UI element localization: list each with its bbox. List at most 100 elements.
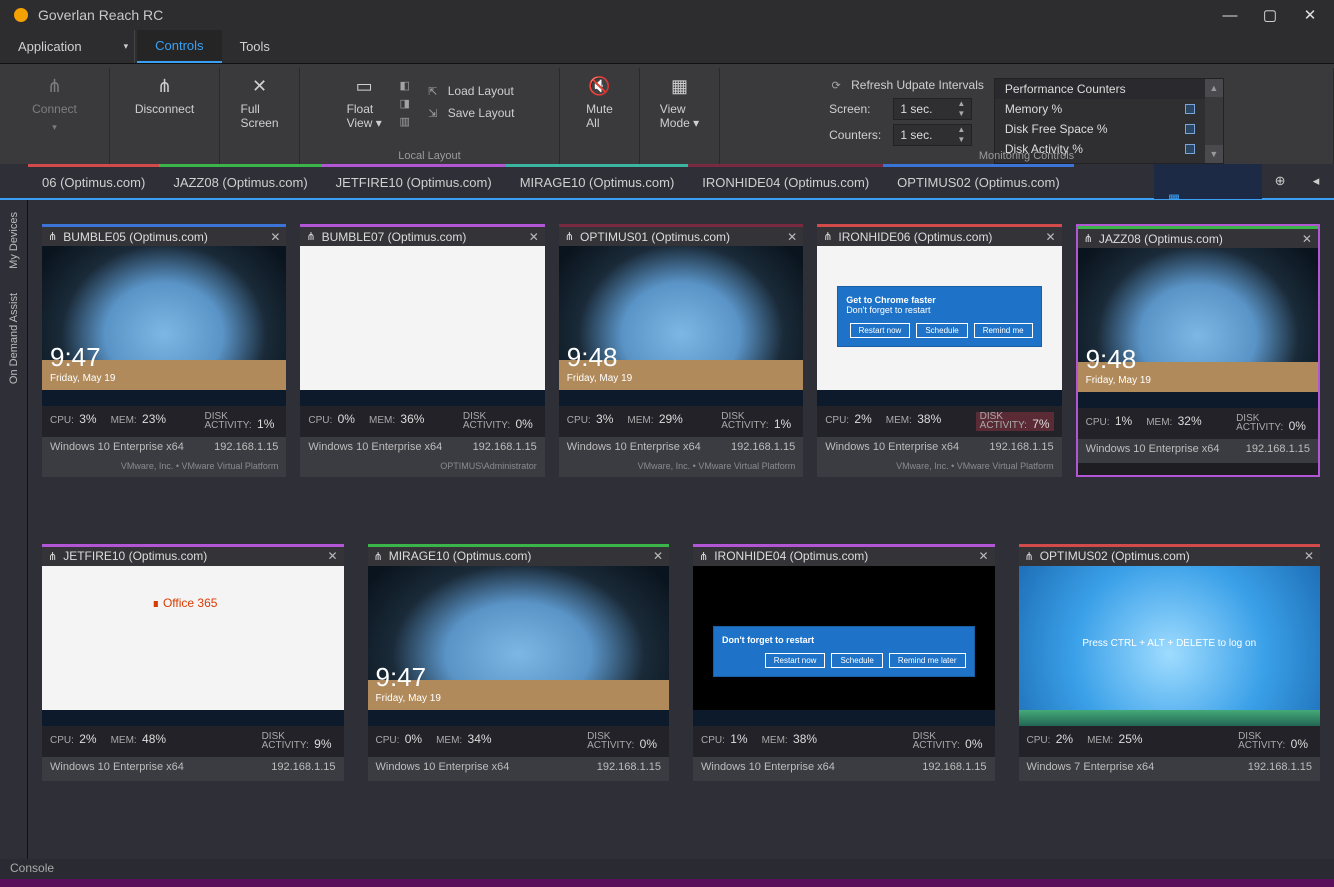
minimize-button[interactable]: — — [1210, 0, 1250, 30]
save-layout-button[interactable]: ⇲Save Layout — [418, 104, 523, 122]
mute-all-button[interactable]: 🔇 MuteAll — [576, 72, 623, 134]
scroll-up-icon[interactable]: ▲ — [1205, 79, 1223, 97]
session-tab-strip: 06 (Optimus.com) JAZZ08 (Optimus.com) JE… — [28, 164, 1334, 198]
float-view-icon: ▭ — [354, 76, 374, 96]
counters-interval-input[interactable]: ▲▼ — [893, 124, 971, 146]
float-view-button[interactable]: ▭ FloatView ▾ — [337, 72, 392, 134]
console-panel-header[interactable]: Console — [0, 859, 1334, 879]
grid-view-tab[interactable]: ▦ — [1154, 164, 1262, 199]
perf-counter-item[interactable]: Memory % — [995, 99, 1205, 119]
disconnect-label: Disconnect — [135, 102, 194, 116]
session-tile[interactable]: ⋔ IRONHIDE04 (Optimus.com) ✕ Don't forge… — [693, 544, 995, 781]
add-tab-button[interactable]: ⊕ — [1262, 164, 1298, 198]
tile-stats: CPU: 1% MEM: 32% DISKACTIVITY: 0% — [1078, 408, 1318, 439]
tile-submeta: OPTIMUS\Administrator — [300, 461, 544, 477]
menu-tools[interactable]: Tools — [222, 30, 288, 63]
tile-header: ⋔ OPTIMUS02 (Optimus.com) ✕ — [1019, 544, 1321, 566]
session-tab[interactable]: JAZZ08 (Optimus.com) — [159, 164, 321, 198]
tile-preview[interactable]: ∎ Office 365 — [42, 566, 344, 726]
tile-preview[interactable]: 9:47Friday, May 19 — [42, 246, 286, 406]
session-tab[interactable]: OPTIMUS02 (Optimus.com) — [883, 164, 1074, 198]
spin-down-icon[interactable]: ▼ — [954, 109, 968, 119]
layout-mini-1-icon[interactable]: ◧ — [398, 78, 412, 92]
session-tab[interactable]: IRONHIDE04 (Optimus.com) — [688, 164, 883, 198]
tile-header: ⋔ MIRAGE10 (Optimus.com) ✕ — [368, 544, 670, 566]
tile-header: ⋔ BUMBLE07 (Optimus.com) ✕ — [300, 224, 544, 246]
fullscreen-button[interactable]: ✕ FullScreen — [230, 72, 288, 134]
tile-stats: CPU: 2% MEM: 38% DISKACTIVITY: 7% — [817, 406, 1061, 437]
tile-close-button[interactable]: ✕ — [787, 230, 797, 244]
session-tile[interactable]: ⋔ OPTIMUS02 (Optimus.com) ✕ Press CTRL +… — [1019, 544, 1321, 781]
refresh-title: Refresh Udpate Intervals — [851, 78, 984, 92]
tile-header: ⋔ JAZZ08 (Optimus.com) ✕ — [1078, 226, 1318, 248]
screen-interval-label: Screen: — [829, 102, 883, 116]
tile-title: BUMBLE05 (Optimus.com) — [63, 230, 208, 244]
checkbox-icon[interactable] — [1185, 104, 1195, 114]
session-tile[interactable]: ⋔ BUMBLE05 (Optimus.com) ✕ 9:47Friday, M… — [42, 224, 286, 477]
tile-preview[interactable]: Press CTRL + ALT + DELETE to log on — [1019, 566, 1321, 726]
tile-meta: Windows 10 Enterprise x64192.168.1.15 — [42, 437, 286, 461]
tile-meta: Windows 10 Enterprise x64192.168.1.15 — [300, 437, 544, 461]
tile-stats: CPU: 2% MEM: 48% DISKACTIVITY: 9% — [42, 726, 344, 757]
tile-close-button[interactable]: ✕ — [1046, 230, 1056, 244]
monitoring-group-label: Monitoring Controls — [720, 150, 1333, 162]
app-title: Goverlan Reach RC — [38, 7, 1210, 23]
tile-preview[interactable]: 9:47Friday, May 19 — [368, 566, 670, 726]
session-tab[interactable]: MIRAGE10 (Optimus.com) — [506, 164, 689, 198]
session-tile[interactable]: ⋔ IRONHIDE06 (Optimus.com) ✕ Get to Chro… — [817, 224, 1061, 477]
rail-my-devices[interactable]: My Devices — [8, 200, 20, 281]
menu-controls[interactable]: Controls — [137, 30, 221, 63]
tile-close-button[interactable]: ✕ — [978, 549, 988, 563]
tile-close-button[interactable]: ✕ — [270, 230, 280, 244]
rail-on-demand-assist[interactable]: On Demand Assist — [8, 281, 20, 396]
tile-preview[interactable]: 9:48Friday, May 19 — [559, 246, 803, 406]
session-tile[interactable]: ⋔ BUMBLE07 (Optimus.com) ✕ CPU: 0% MEM: … — [300, 224, 544, 477]
layout-mini-2-icon[interactable]: ◨ — [398, 96, 412, 110]
screen-interval-input[interactable]: ▲▼ — [893, 98, 971, 120]
node-icon: ⋔ — [1025, 550, 1034, 563]
checkbox-icon[interactable] — [1185, 124, 1195, 134]
load-layout-button[interactable]: ⇱Load Layout — [418, 82, 523, 100]
tile-close-button[interactable]: ✕ — [653, 549, 663, 563]
tile-title: OPTIMUS02 (Optimus.com) — [1040, 549, 1190, 563]
node-icon: ⋔ — [374, 550, 383, 563]
tile-preview[interactable]: Don't forget to restartRestart nowSchedu… — [693, 566, 995, 726]
tile-close-button[interactable]: ✕ — [529, 230, 539, 244]
menu-application-dropdown[interactable]: ▾ — [100, 30, 136, 63]
tile-header: ⋔ JETFIRE10 (Optimus.com) ✕ — [42, 544, 344, 566]
connect-button[interactable]: ⋔ Connect ▾ — [22, 72, 87, 137]
tile-preview[interactable]: 9:48Friday, May 19 — [1078, 248, 1318, 408]
maximize-button[interactable]: ▢ — [1250, 0, 1290, 30]
view-mode-button[interactable]: ▦ ViewMode ▾ — [650, 72, 709, 134]
session-tile[interactable]: ⋔ MIRAGE10 (Optimus.com) ✕ 9:47Friday, M… — [368, 544, 670, 781]
scroll-tabs-left-button[interactable]: ◂ — [1298, 164, 1334, 198]
mute-icon: 🔇 — [590, 76, 610, 96]
disconnect-button[interactable]: ⋔ Disconnect — [125, 72, 204, 120]
tile-preview[interactable] — [300, 246, 544, 406]
menu-application[interactable]: Application — [0, 30, 100, 63]
status-bar — [0, 879, 1334, 887]
spin-up-icon[interactable]: ▲ — [954, 125, 968, 135]
tile-close-button[interactable]: ✕ — [1304, 549, 1314, 563]
node-icon: ⋔ — [48, 550, 57, 563]
tile-close-button[interactable]: ✕ — [327, 549, 337, 563]
session-tile[interactable]: ⋔ JAZZ08 (Optimus.com) ✕ 9:48Friday, May… — [1076, 224, 1320, 477]
load-layout-icon: ⇱ — [426, 84, 440, 98]
session-tab[interactable]: 06 (Optimus.com) — [28, 164, 159, 198]
tile-close-button[interactable]: ✕ — [1302, 232, 1312, 246]
tile-preview[interactable]: Get to Chrome fasterDon't forget to rest… — [817, 246, 1061, 406]
layout-mini-3-icon[interactable]: ▥ — [398, 114, 412, 128]
spin-up-icon[interactable]: ▲ — [954, 99, 968, 109]
fullscreen-icon: ✕ — [250, 76, 270, 96]
close-window-button[interactable]: ✕ — [1290, 0, 1330, 30]
tile-meta: Windows 10 Enterprise x64192.168.1.15 — [559, 437, 803, 461]
perf-counter-item[interactable]: Disk Free Space % — [995, 119, 1205, 139]
session-tile[interactable]: ⋔ OPTIMUS01 (Optimus.com) ✕ 9:48Friday, … — [559, 224, 803, 477]
spin-down-icon[interactable]: ▼ — [954, 135, 968, 145]
grid-icon: ▦ — [1168, 191, 1180, 199]
tile-stats: CPU: 2% MEM: 25% DISKACTIVITY: 0% — [1019, 726, 1321, 757]
node-icon: ⋔ — [699, 550, 708, 563]
session-tile[interactable]: ⋔ JETFIRE10 (Optimus.com) ✕ ∎ Office 365… — [42, 544, 344, 781]
tile-meta: Windows 7 Enterprise x64192.168.1.15 — [1019, 757, 1321, 781]
session-tab[interactable]: JETFIRE10 (Optimus.com) — [322, 164, 506, 198]
